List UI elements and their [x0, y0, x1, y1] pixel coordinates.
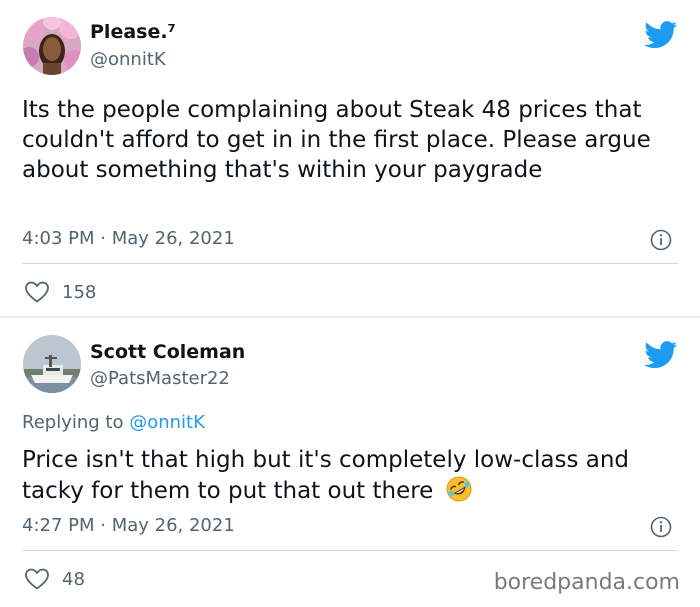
tweet-card: Please.⁷ @onnitK Its the people complain…: [0, 0, 700, 316]
tweet-text: Its the people complaining about Steak 4…: [22, 97, 651, 183]
avatar[interactable]: [23, 17, 81, 75]
info-icon[interactable]: [650, 229, 672, 251]
divider: [22, 550, 678, 551]
twitter-bird-icon[interactable]: [644, 341, 678, 369]
tweet-card: Scott Coleman @PatsMaster22 Replying to …: [0, 318, 700, 607]
display-name[interactable]: Please.⁷: [90, 21, 176, 43]
rolling-on-floor-laughing-emoji: [446, 476, 472, 502]
tweet-text-content: Price isn't that high but it's completel…: [22, 447, 630, 504]
timestamp[interactable]: 4:27 PM · May 26, 2021: [22, 515, 235, 536]
avatar-image: [23, 335, 81, 393]
timestamp[interactable]: 4:03 PM · May 26, 2021: [22, 228, 235, 249]
tweet-text: Price isn't that high but it's completel…: [22, 445, 682, 506]
replying-to-label: Replying to: [22, 412, 130, 433]
avatar[interactable]: [23, 335, 81, 393]
info-icon[interactable]: [650, 516, 672, 538]
avatar-image: [23, 17, 81, 75]
like-count: 158: [62, 281, 97, 303]
twitter-bird-icon[interactable]: [644, 21, 678, 49]
display-name[interactable]: Scott Coleman: [90, 341, 245, 363]
heart-outline-icon: [25, 568, 49, 590]
user-handle[interactable]: @PatsMaster22: [90, 368, 230, 389]
replying-to: Replying to @onnitK: [22, 412, 205, 433]
like-button[interactable]: 48: [24, 566, 85, 592]
replying-to-handle[interactable]: @onnitK: [129, 412, 205, 433]
like-button[interactable]: 158: [24, 279, 96, 305]
heart-outline-icon: [25, 281, 49, 303]
user-handle[interactable]: @onnitK: [90, 49, 166, 70]
watermark: boredpanda.com: [493, 570, 680, 595]
divider: [22, 263, 678, 264]
like-count: 48: [62, 568, 85, 590]
